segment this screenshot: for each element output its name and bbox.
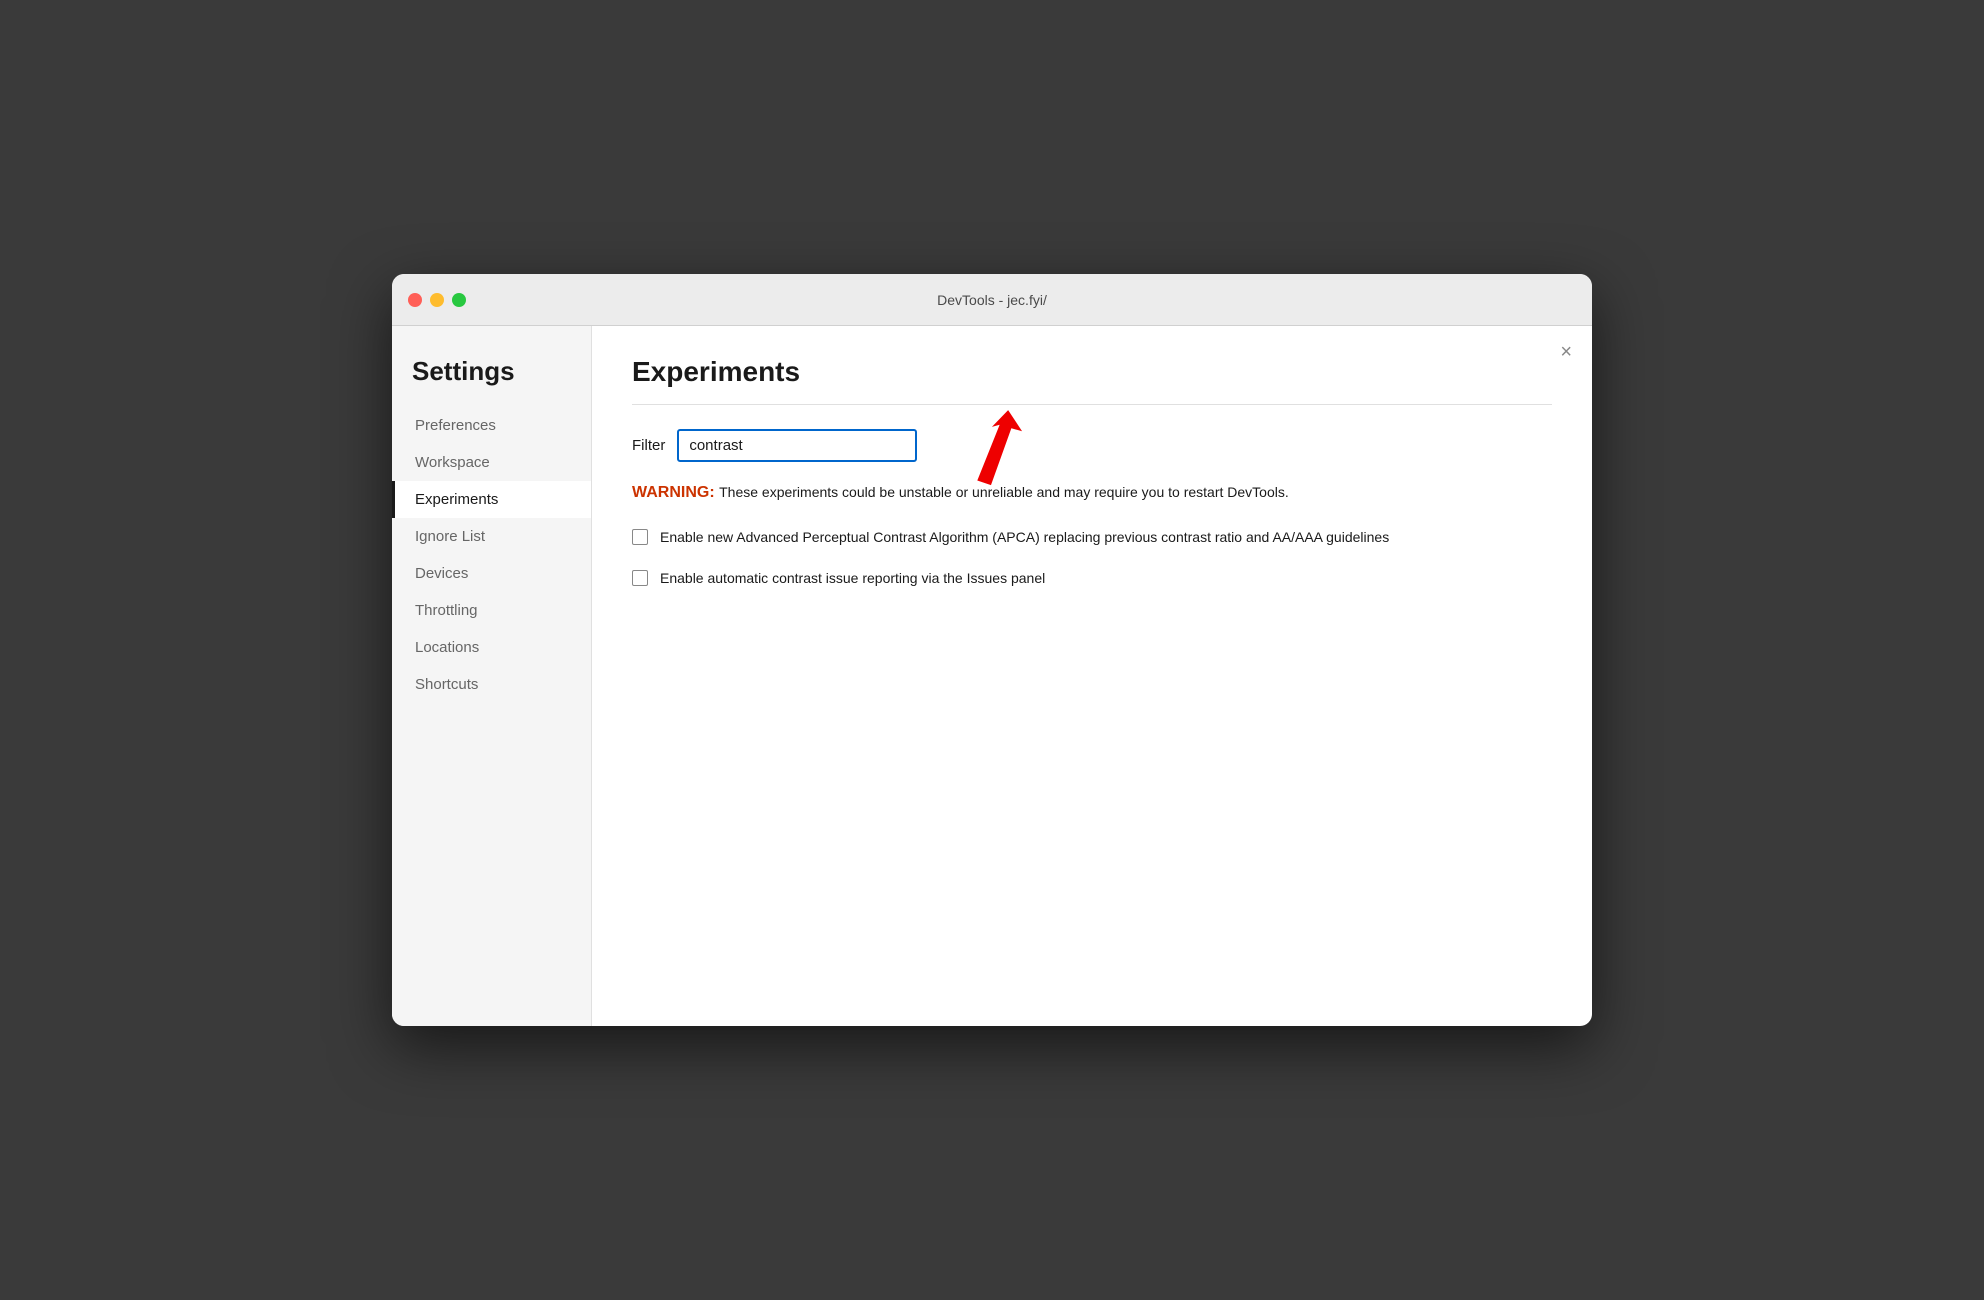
window-body: Settings Preferences Workspace Experimen… bbox=[392, 326, 1592, 1026]
sidebar-item-throttling[interactable]: Throttling bbox=[392, 592, 591, 629]
filter-label: Filter bbox=[632, 437, 665, 454]
close-window-button[interactable] bbox=[408, 293, 422, 307]
sidebar-heading: Settings bbox=[392, 346, 591, 407]
sidebar-item-locations[interactable]: Locations bbox=[392, 629, 591, 666]
window-title: DevTools - jec.fyi/ bbox=[937, 292, 1047, 308]
main-content: × Experiments Filter contrast WARNING: T bbox=[592, 326, 1592, 1026]
experiment-label-auto-contrast: Enable automatic contrast issue reportin… bbox=[660, 568, 1045, 589]
sidebar-item-ignore-list[interactable]: Ignore List bbox=[392, 518, 591, 555]
devtools-window: DevTools - jec.fyi/ Settings Preferences… bbox=[392, 274, 1592, 1026]
experiment-item-auto-contrast: Enable automatic contrast issue reportin… bbox=[632, 568, 1552, 589]
warning-box: WARNING: These experiments could be unst… bbox=[632, 482, 1552, 503]
filter-row: Filter contrast bbox=[632, 429, 1552, 462]
close-settings-button[interactable]: × bbox=[1560, 342, 1572, 362]
title-divider bbox=[632, 404, 1552, 405]
sidebar-item-workspace[interactable]: Workspace bbox=[392, 444, 591, 481]
experiment-item-apca: Enable new Advanced Perceptual Contrast … bbox=[632, 527, 1552, 548]
minimize-window-button[interactable] bbox=[430, 293, 444, 307]
experiment-checkbox-apca[interactable] bbox=[632, 529, 648, 545]
maximize-window-button[interactable] bbox=[452, 293, 466, 307]
filter-input[interactable]: contrast bbox=[677, 429, 917, 462]
experiment-checkbox-auto-contrast[interactable] bbox=[632, 570, 648, 586]
sidebar-item-experiments[interactable]: Experiments bbox=[392, 481, 591, 518]
window-controls bbox=[408, 293, 466, 307]
titlebar: DevTools - jec.fyi/ bbox=[392, 274, 1592, 326]
page-title: Experiments bbox=[632, 356, 1552, 388]
warning-label: WARNING: bbox=[632, 484, 715, 501]
sidebar-item-devices[interactable]: Devices bbox=[392, 555, 591, 592]
experiment-label-apca: Enable new Advanced Perceptual Contrast … bbox=[660, 527, 1389, 548]
sidebar: Settings Preferences Workspace Experimen… bbox=[392, 326, 592, 1026]
arrow-indicator bbox=[962, 409, 1042, 494]
sidebar-item-shortcuts[interactable]: Shortcuts bbox=[392, 666, 591, 703]
sidebar-item-preferences[interactable]: Preferences bbox=[392, 407, 591, 444]
